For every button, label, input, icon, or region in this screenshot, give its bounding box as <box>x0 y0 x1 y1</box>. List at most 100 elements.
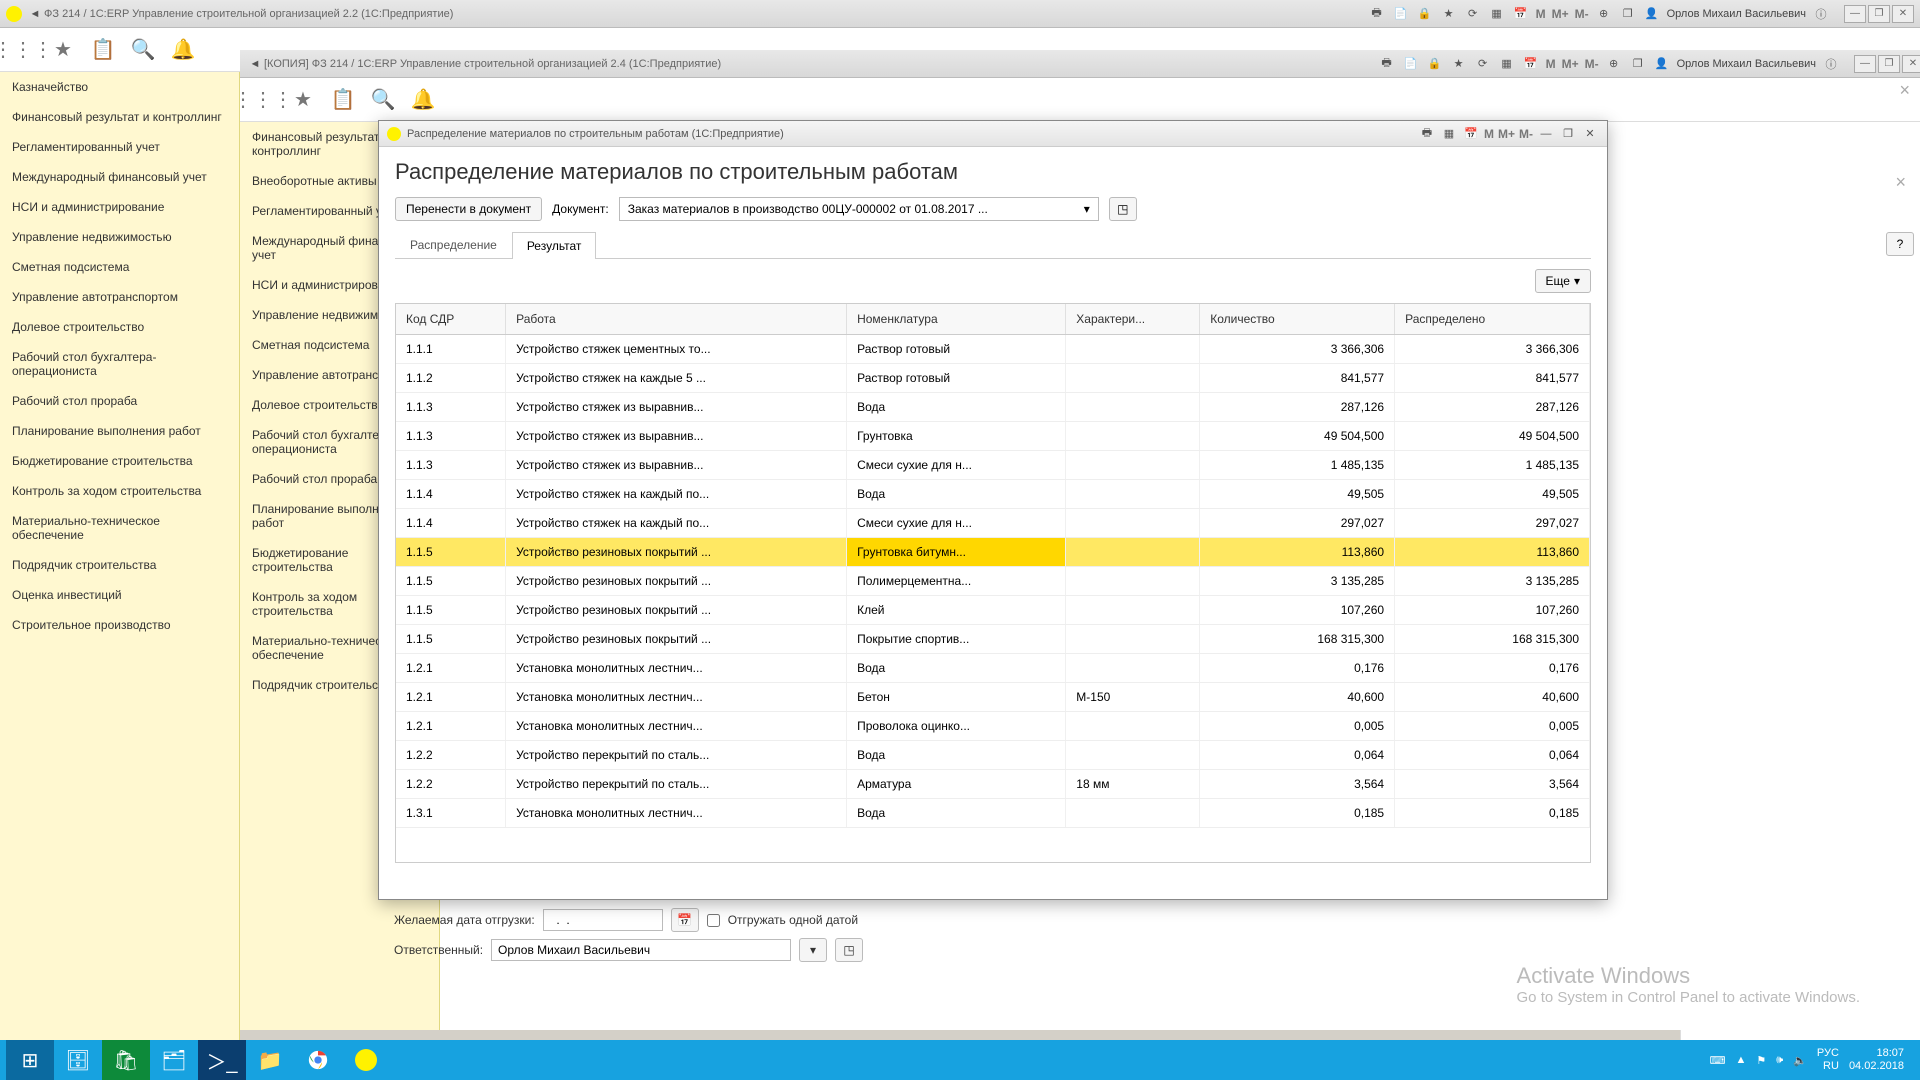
form-close-icon[interactable]: × <box>1895 172 1906 193</box>
print-icon[interactable]: 🖶 <box>1418 125 1436 143</box>
responsible-input[interactable] <box>491 939 791 961</box>
clipboard-icon[interactable]: 📋 <box>332 89 354 111</box>
memory-m-plus[interactable]: M+ <box>1562 57 1579 71</box>
favorite-icon[interactable]: ★ <box>52 39 74 61</box>
table-row[interactable]: 1.1.1Устройство стяжек цементных то...Ра… <box>396 335 1590 364</box>
memory-m-plus[interactable]: M+ <box>1498 127 1515 141</box>
star-icon[interactable]: ★ <box>1440 5 1458 23</box>
sidebar-item[interactable]: Международный финансовый учет <box>0 162 239 192</box>
memory-m-minus[interactable]: M- <box>1519 127 1533 141</box>
doc-icon[interactable]: 📄 <box>1392 5 1410 23</box>
calendar-button[interactable]: 📅 <box>671 908 699 932</box>
more-button[interactable]: Еще ▾ <box>1535 269 1591 293</box>
taskbar-chrome-icon[interactable] <box>294 1040 342 1080</box>
sidebar-item[interactable]: Долевое строительство <box>0 312 239 342</box>
sidebar-item[interactable]: Материально-техническое обеспечение <box>0 506 239 550</box>
table-row[interactable]: 1.1.5Устройство резиновых покрытий ...Кл… <box>396 596 1590 625</box>
tray-clock[interactable]: 18:07 04.02.2018 <box>1849 1047 1904 1073</box>
search-icon[interactable]: 🔍 <box>372 89 394 111</box>
sidebar-item[interactable]: Оценка инвестиций <box>0 580 239 610</box>
favorite-icon[interactable]: ★ <box>292 89 314 111</box>
table-row[interactable]: 1.1.2Устройство стяжек на каждые 5 ...Ра… <box>396 364 1590 393</box>
clipboard-icon[interactable]: 📋 <box>92 39 114 61</box>
table-row[interactable]: 1.2.2Устройство перекрытий по сталь...Ар… <box>396 770 1590 799</box>
memory-m[interactable]: M <box>1536 7 1546 21</box>
tray-keyboard-icon[interactable]: ⌨ <box>1710 1054 1726 1067</box>
memory-m[interactable]: M <box>1546 57 1556 71</box>
taskbar-powershell-icon[interactable]: ＞_ <box>198 1040 246 1080</box>
panel-close-icon[interactable]: × <box>1899 80 1910 101</box>
table-row[interactable]: 1.1.4Устройство стяжек на каждый по...См… <box>396 509 1590 538</box>
sidebar-item[interactable]: Планирование выполнения работ <box>0 416 239 446</box>
sidebar-item[interactable]: Бюджетирование строительства <box>0 446 239 476</box>
dropdown-button[interactable]: ▾ <box>799 938 827 962</box>
lock-icon[interactable]: 🔒 <box>1416 5 1434 23</box>
close-button[interactable]: ✕ <box>1581 125 1599 143</box>
sidebar-item[interactable]: НСИ и администрирование <box>0 192 239 222</box>
minimize-button[interactable]: — <box>1854 55 1876 73</box>
taskbar-store-icon[interactable]: 🛍 <box>102 1040 150 1080</box>
column-header[interactable]: Код СДР <box>396 304 506 335</box>
table-row[interactable]: 1.1.3Устройство стяжек из выравнив...Сме… <box>396 451 1590 480</box>
minimize-button[interactable]: — <box>1844 5 1866 23</box>
info-icon[interactable]: ⓘ <box>1822 55 1840 73</box>
star-icon[interactable]: ★ <box>1450 55 1468 73</box>
minimize-button[interactable]: — <box>1537 125 1555 143</box>
table-row[interactable]: 1.2.1Установка монолитных лестнич...Пров… <box>396 712 1590 741</box>
print-icon[interactable]: 🖶 <box>1368 5 1386 23</box>
taskbar-server-icon[interactable]: 🗄 <box>54 1040 102 1080</box>
table-row[interactable]: 1.1.5Устройство резиновых покрытий ...По… <box>396 567 1590 596</box>
taskbar-explorer-icon[interactable]: 🗂 <box>150 1040 198 1080</box>
apps-icon[interactable]: ⋮⋮⋮ <box>252 89 274 111</box>
sidebar-item[interactable]: Контроль за ходом строительства <box>0 476 239 506</box>
info-icon[interactable]: ⓘ <box>1812 5 1830 23</box>
taskbar-folder-icon[interactable]: 📁 <box>246 1040 294 1080</box>
zoom-icon[interactable]: ⊕ <box>1605 55 1623 73</box>
sidebar-item[interactable]: Рабочий стол бухгалтера-операциониста <box>0 342 239 386</box>
table-row[interactable]: 1.1.3Устройство стяжек из выравнив...Вод… <box>396 393 1590 422</box>
tray-up-icon[interactable]: ▲ <box>1736 1054 1747 1066</box>
zoom-icon[interactable]: ⊕ <box>1595 5 1613 23</box>
print-icon[interactable]: 🖶 <box>1378 55 1396 73</box>
taskbar-1c-icon[interactable] <box>342 1040 390 1080</box>
refresh-icon[interactable]: ⟳ <box>1474 55 1492 73</box>
table-row[interactable]: 1.2.1Установка монолитных лестнич...Вода… <box>396 654 1590 683</box>
table-row[interactable]: 1.1.4Устройство стяжек на каждый по...Во… <box>396 480 1590 509</box>
refresh-icon[interactable]: ⟳ <box>1464 5 1482 23</box>
bell-icon[interactable]: 🔔 <box>412 89 434 111</box>
document-field[interactable]: Заказ материалов в производство 00ЦУ-000… <box>619 197 1099 221</box>
sidebar-item[interactable]: Регламентированный учет <box>0 132 239 162</box>
search-icon[interactable]: 🔍 <box>132 39 154 61</box>
table-row[interactable]: 1.1.3Устройство стяжек из выравнив...Гру… <box>396 422 1590 451</box>
doc-icon[interactable]: 📄 <box>1402 55 1420 73</box>
ship-single-date-checkbox[interactable] <box>707 914 720 927</box>
sidebar-item[interactable]: Казначейство <box>0 72 239 102</box>
chevron-down-icon[interactable]: ▾ <box>1084 202 1090 216</box>
windows-icon[interactable]: ❐ <box>1619 5 1637 23</box>
column-header[interactable]: Распределено <box>1395 304 1590 335</box>
table-row[interactable]: 1.3.1Установка монолитных лестнич...Вода… <box>396 799 1590 828</box>
bell-icon[interactable]: 🔔 <box>172 39 194 61</box>
column-header[interactable]: Характери... <box>1066 304 1200 335</box>
ship-date-input[interactable] <box>543 909 663 931</box>
column-header[interactable]: Номенклатура <box>847 304 1066 335</box>
grid-icon[interactable]: ▦ <box>1440 125 1458 143</box>
start-button[interactable]: ⊞ <box>6 1040 54 1080</box>
grid-icon[interactable]: ▦ <box>1488 5 1506 23</box>
maximize-button[interactable]: ❐ <box>1559 125 1577 143</box>
close-button[interactable]: ✕ <box>1892 5 1914 23</box>
transfer-button[interactable]: Перенести в документ <box>395 197 542 221</box>
sidebar-item[interactable]: Сметная подсистема <box>0 252 239 282</box>
memory-m-minus[interactable]: M- <box>1575 7 1589 21</box>
grid-icon[interactable]: ▦ <box>1498 55 1516 73</box>
tray-network-icon[interactable]: 🕪 <box>1776 1054 1783 1067</box>
sidebar-item[interactable]: Управление автотранспортом <box>0 282 239 312</box>
sidebar-item[interactable]: Управление недвижимостью <box>0 222 239 252</box>
tab-distribution[interactable]: Распределение <box>395 231 512 258</box>
result-grid[interactable]: Код СДРРаботаНоменклатураХарактери...Кол… <box>395 303 1591 863</box>
tray-flag-icon[interactable]: ⚑ <box>1756 1054 1766 1067</box>
column-header[interactable]: Количество <box>1200 304 1395 335</box>
calendar-icon[interactable]: 📅 <box>1512 5 1530 23</box>
calendar-icon[interactable]: 📅 <box>1462 125 1480 143</box>
tray-lang[interactable]: РУС RU <box>1817 1047 1839 1073</box>
